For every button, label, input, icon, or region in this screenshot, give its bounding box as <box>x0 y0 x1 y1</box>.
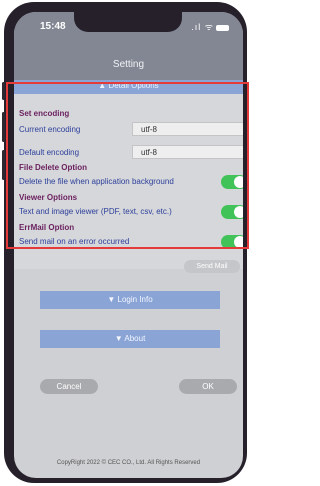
page-title: Setting <box>112 59 145 70</box>
notch <box>74 12 182 32</box>
copyright-text: CopyRight 2022 © CEC CO., Ltd. All Right… <box>56 460 201 466</box>
status-bar: 15:48 .ıl ᯤ <box>14 12 243 52</box>
volume-up-button <box>2 112 5 142</box>
mute-switch <box>2 82 5 100</box>
about-header[interactable]: ▼ About <box>40 330 220 348</box>
nav-bar: Setting <box>14 52 243 80</box>
highlight-box <box>6 82 249 249</box>
status-time: 15:48 <box>40 21 66 32</box>
battery-icon <box>216 24 229 31</box>
signal-wifi-icon: .ıl ᯤ <box>191 20 229 33</box>
login-info-header[interactable]: ▼ Login Info <box>40 291 220 309</box>
volume-down-button <box>2 150 5 180</box>
ok-button[interactable]: OK <box>179 379 237 394</box>
cancel-button[interactable]: Cancel <box>40 379 98 394</box>
send-mail-button[interactable]: Send Mail <box>184 260 240 273</box>
